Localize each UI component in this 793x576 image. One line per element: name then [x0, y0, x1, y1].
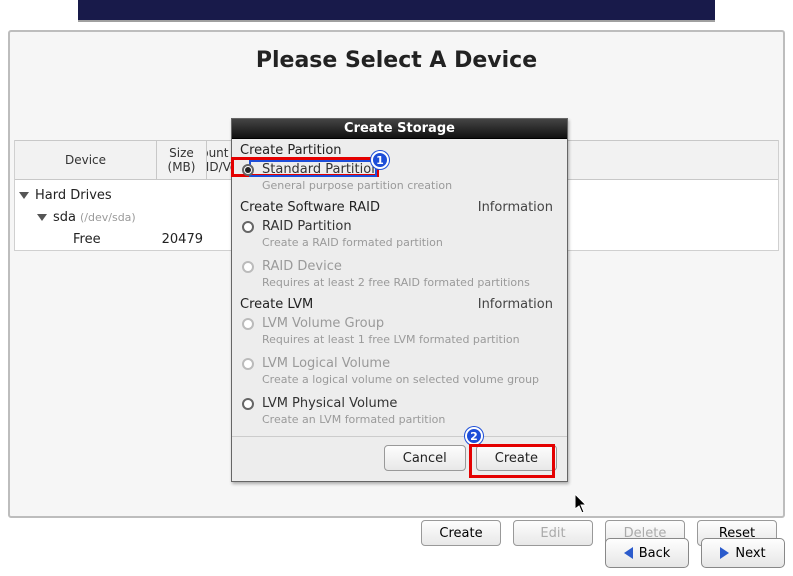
- dialog-body: Create Partition 1 Standard Partition Ge…: [232, 139, 567, 432]
- radio-icon[interactable]: [242, 221, 254, 233]
- option-label: LVM Logical Volume: [262, 356, 390, 371]
- option-standard-partition[interactable]: Standard Partition: [238, 158, 559, 177]
- nav-button-row: Back Next: [605, 538, 785, 568]
- expand-icon[interactable]: [19, 192, 29, 199]
- option-label: LVM Volume Group: [262, 316, 384, 331]
- option-lvm-pv[interactable]: LVM Physical Volume: [238, 392, 559, 411]
- hint-lvm-vg: Requires at least 1 free LVM formated pa…: [238, 331, 559, 352]
- free-size: 20479: [157, 232, 207, 247]
- hint-lvm-lv: Create a logical volume on selected volu…: [238, 371, 559, 392]
- sda-path: (/dev/sda): [80, 211, 136, 224]
- option-raid-device: RAID Device: [238, 255, 559, 274]
- radio-icon: [242, 358, 254, 370]
- dialog-title: Create Storage: [232, 119, 567, 139]
- back-button[interactable]: Back: [605, 538, 689, 568]
- radio-icon: [242, 261, 254, 273]
- option-lvm-vg: LVM Volume Group: [238, 312, 559, 331]
- radio-icon[interactable]: [242, 164, 254, 176]
- section-label: Create Software RAID: [240, 200, 380, 215]
- dialog-create-button[interactable]: Create: [476, 445, 557, 471]
- back-label: Back: [639, 546, 671, 561]
- hint-standard: General purpose partition creation: [238, 177, 559, 198]
- option-label: RAID Partition: [262, 219, 352, 234]
- radio-icon[interactable]: [242, 398, 254, 410]
- arrow-right-icon: [720, 547, 729, 559]
- annotation-badge-1: 1: [371, 151, 389, 169]
- col-size[interactable]: Size (MB): [157, 141, 207, 179]
- section-label: Create LVM: [240, 297, 313, 312]
- sda-label: sda: [53, 210, 76, 225]
- header-band: [78, 0, 715, 22]
- cancel-button[interactable]: Cancel: [384, 445, 466, 471]
- next-label: Next: [735, 546, 765, 561]
- expand-icon[interactable]: [37, 214, 47, 221]
- next-button[interactable]: Next: [701, 538, 785, 568]
- option-label: LVM Physical Volume: [262, 396, 397, 411]
- col-device[interactable]: Device: [15, 141, 157, 179]
- create-storage-dialog: Create Storage Create Partition 1 Standa…: [231, 118, 568, 482]
- hint-raid-device: Requires at least 2 free RAID formated p…: [238, 274, 559, 295]
- radio-icon: [242, 318, 254, 330]
- create-button[interactable]: Create: [421, 520, 501, 546]
- hard-drives-label: Hard Drives: [35, 188, 112, 203]
- information-link[interactable]: Information: [478, 200, 553, 215]
- free-label: Free: [15, 232, 157, 247]
- section-create-lvm: Create LVM Information: [238, 297, 559, 312]
- arrow-left-icon: [624, 547, 633, 559]
- option-label: RAID Device: [262, 259, 342, 274]
- option-lvm-lv: LVM Logical Volume: [238, 352, 559, 371]
- option-label: Standard Partition: [262, 162, 379, 177]
- section-create-raid: Create Software RAID Information: [238, 200, 559, 215]
- hint-lvm-pv: Create an LVM formated partition: [238, 411, 559, 432]
- option-raid-partition[interactable]: RAID Partition: [238, 215, 559, 234]
- information-link[interactable]: Information: [478, 297, 553, 312]
- edit-button[interactable]: Edit: [513, 520, 593, 546]
- annotation-badge-2: 2: [465, 427, 483, 445]
- dialog-button-row: Cancel Create: [232, 436, 567, 481]
- hint-raid-partition: Create a RAID formated partition: [238, 234, 559, 255]
- page-title: Please Select A Device: [10, 32, 783, 95]
- section-create-partition: Create Partition: [238, 143, 559, 158]
